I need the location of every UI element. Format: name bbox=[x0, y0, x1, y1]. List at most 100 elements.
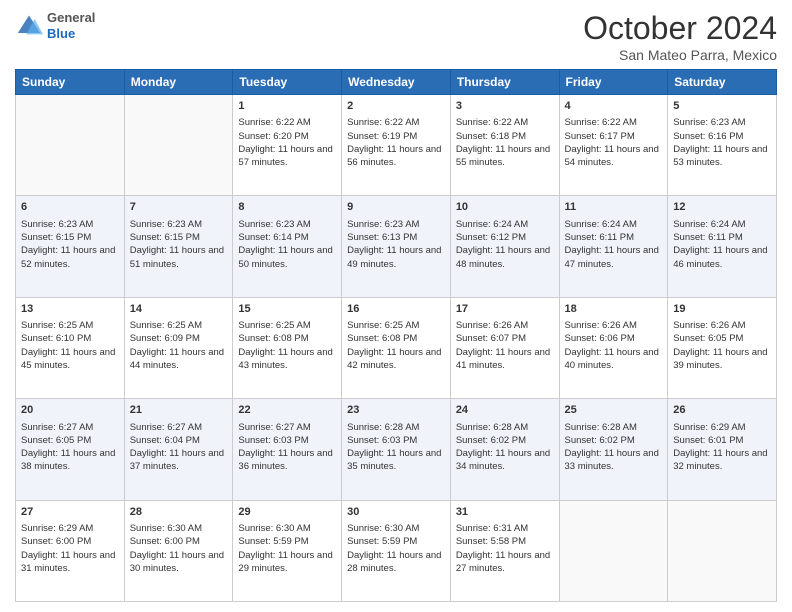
sunrise-text: Sunrise: 6:23 AM bbox=[347, 219, 419, 230]
day-number: 21 bbox=[130, 403, 228, 418]
calendar-cell: 30Sunrise: 6:30 AMSunset: 5:59 PMDayligh… bbox=[342, 500, 451, 601]
day-number: 7 bbox=[130, 200, 228, 215]
calendar-week-row: 6Sunrise: 6:23 AMSunset: 6:15 PMDaylight… bbox=[16, 196, 777, 297]
calendar-cell bbox=[559, 500, 668, 601]
calendar-cell: 22Sunrise: 6:27 AMSunset: 6:03 PMDayligh… bbox=[233, 399, 342, 500]
day-number: 30 bbox=[347, 505, 445, 520]
daylight-text: Daylight: 11 hours and 46 minutes. bbox=[673, 245, 767, 269]
calendar-cell: 28Sunrise: 6:30 AMSunset: 6:00 PMDayligh… bbox=[124, 500, 233, 601]
calendar-cell: 23Sunrise: 6:28 AMSunset: 6:03 PMDayligh… bbox=[342, 399, 451, 500]
daylight-text: Daylight: 11 hours and 38 minutes. bbox=[21, 448, 115, 472]
sunrise-text: Sunrise: 6:27 AM bbox=[21, 422, 93, 433]
sunset-text: Sunset: 6:05 PM bbox=[21, 435, 91, 446]
sunset-text: Sunset: 6:08 PM bbox=[347, 333, 417, 344]
calendar-cell: 4Sunrise: 6:22 AMSunset: 6:17 PMDaylight… bbox=[559, 95, 668, 196]
daylight-text: Daylight: 11 hours and 54 minutes. bbox=[565, 144, 659, 168]
day-number: 26 bbox=[673, 403, 771, 418]
daylight-text: Daylight: 11 hours and 29 minutes. bbox=[238, 550, 332, 574]
day-number: 1 bbox=[238, 99, 336, 114]
day-number: 8 bbox=[238, 200, 336, 215]
daylight-text: Daylight: 11 hours and 34 minutes. bbox=[456, 448, 550, 472]
sunset-text: Sunset: 6:19 PM bbox=[347, 131, 417, 142]
month-title: October 2024 bbox=[583, 10, 777, 47]
daylight-text: Daylight: 11 hours and 35 minutes. bbox=[347, 448, 441, 472]
calendar-cell: 18Sunrise: 6:26 AMSunset: 6:06 PMDayligh… bbox=[559, 297, 668, 398]
daylight-text: Daylight: 11 hours and 37 minutes. bbox=[130, 448, 224, 472]
location: San Mateo Parra, Mexico bbox=[583, 47, 777, 63]
sunset-text: Sunset: 6:03 PM bbox=[238, 435, 308, 446]
daylight-text: Daylight: 11 hours and 41 minutes. bbox=[456, 347, 550, 371]
daylight-text: Daylight: 11 hours and 45 minutes. bbox=[21, 347, 115, 371]
sunset-text: Sunset: 6:17 PM bbox=[565, 131, 635, 142]
logo-text: General Blue bbox=[47, 10, 95, 41]
sunset-text: Sunset: 5:59 PM bbox=[238, 536, 308, 547]
sunset-text: Sunset: 6:00 PM bbox=[130, 536, 200, 547]
daylight-text: Daylight: 11 hours and 31 minutes. bbox=[21, 550, 115, 574]
sunrise-text: Sunrise: 6:29 AM bbox=[673, 422, 745, 433]
header: General Blue October 2024 San Mateo Parr… bbox=[15, 10, 777, 63]
sunrise-text: Sunrise: 6:27 AM bbox=[130, 422, 202, 433]
daylight-text: Daylight: 11 hours and 36 minutes. bbox=[238, 448, 332, 472]
day-number: 20 bbox=[21, 403, 119, 418]
calendar-cell: 8Sunrise: 6:23 AMSunset: 6:14 PMDaylight… bbox=[233, 196, 342, 297]
sunset-text: Sunset: 6:12 PM bbox=[456, 232, 526, 243]
calendar-day-header: Wednesday bbox=[342, 70, 451, 95]
day-number: 19 bbox=[673, 302, 771, 317]
day-number: 25 bbox=[565, 403, 663, 418]
daylight-text: Daylight: 11 hours and 44 minutes. bbox=[130, 347, 224, 371]
sunrise-text: Sunrise: 6:25 AM bbox=[238, 320, 310, 331]
sunrise-text: Sunrise: 6:23 AM bbox=[673, 117, 745, 128]
daylight-text: Daylight: 11 hours and 33 minutes. bbox=[565, 448, 659, 472]
sunset-text: Sunset: 6:15 PM bbox=[21, 232, 91, 243]
sunset-text: Sunset: 6:00 PM bbox=[21, 536, 91, 547]
calendar-cell: 6Sunrise: 6:23 AMSunset: 6:15 PMDaylight… bbox=[16, 196, 125, 297]
sunrise-text: Sunrise: 6:28 AM bbox=[565, 422, 637, 433]
daylight-text: Daylight: 11 hours and 40 minutes. bbox=[565, 347, 659, 371]
sunset-text: Sunset: 6:01 PM bbox=[673, 435, 743, 446]
sunset-text: Sunset: 6:02 PM bbox=[456, 435, 526, 446]
calendar-body: 1Sunrise: 6:22 AMSunset: 6:20 PMDaylight… bbox=[16, 95, 777, 602]
day-number: 5 bbox=[673, 99, 771, 114]
calendar-cell bbox=[16, 95, 125, 196]
daylight-text: Daylight: 11 hours and 28 minutes. bbox=[347, 550, 441, 574]
logo: General Blue bbox=[15, 10, 95, 41]
day-number: 3 bbox=[456, 99, 554, 114]
day-number: 27 bbox=[21, 505, 119, 520]
sunset-text: Sunset: 6:14 PM bbox=[238, 232, 308, 243]
day-number: 2 bbox=[347, 99, 445, 114]
sunrise-text: Sunrise: 6:25 AM bbox=[21, 320, 93, 331]
day-number: 12 bbox=[673, 200, 771, 215]
day-number: 14 bbox=[130, 302, 228, 317]
sunrise-text: Sunrise: 6:27 AM bbox=[238, 422, 310, 433]
sunrise-text: Sunrise: 6:23 AM bbox=[238, 219, 310, 230]
calendar-day-header: Thursday bbox=[450, 70, 559, 95]
daylight-text: Daylight: 11 hours and 48 minutes. bbox=[456, 245, 550, 269]
sunset-text: Sunset: 6:13 PM bbox=[347, 232, 417, 243]
sunrise-text: Sunrise: 6:26 AM bbox=[673, 320, 745, 331]
calendar-cell: 5Sunrise: 6:23 AMSunset: 6:16 PMDaylight… bbox=[668, 95, 777, 196]
calendar-cell: 26Sunrise: 6:29 AMSunset: 6:01 PMDayligh… bbox=[668, 399, 777, 500]
sunset-text: Sunset: 6:20 PM bbox=[238, 131, 308, 142]
sunrise-text: Sunrise: 6:31 AM bbox=[456, 523, 528, 534]
sunrise-text: Sunrise: 6:26 AM bbox=[456, 320, 528, 331]
daylight-text: Daylight: 11 hours and 51 minutes. bbox=[130, 245, 224, 269]
calendar-day-header: Monday bbox=[124, 70, 233, 95]
day-number: 9 bbox=[347, 200, 445, 215]
calendar-week-row: 1Sunrise: 6:22 AMSunset: 6:20 PMDaylight… bbox=[16, 95, 777, 196]
sunrise-text: Sunrise: 6:23 AM bbox=[130, 219, 202, 230]
sunrise-text: Sunrise: 6:30 AM bbox=[347, 523, 419, 534]
calendar-cell: 15Sunrise: 6:25 AMSunset: 6:08 PMDayligh… bbox=[233, 297, 342, 398]
calendar-week-row: 27Sunrise: 6:29 AMSunset: 6:00 PMDayligh… bbox=[16, 500, 777, 601]
calendar-cell: 25Sunrise: 6:28 AMSunset: 6:02 PMDayligh… bbox=[559, 399, 668, 500]
calendar-week-row: 13Sunrise: 6:25 AMSunset: 6:10 PMDayligh… bbox=[16, 297, 777, 398]
calendar-cell: 27Sunrise: 6:29 AMSunset: 6:00 PMDayligh… bbox=[16, 500, 125, 601]
daylight-text: Daylight: 11 hours and 49 minutes. bbox=[347, 245, 441, 269]
sunset-text: Sunset: 6:05 PM bbox=[673, 333, 743, 344]
day-number: 11 bbox=[565, 200, 663, 215]
calendar-cell: 10Sunrise: 6:24 AMSunset: 6:12 PMDayligh… bbox=[450, 196, 559, 297]
daylight-text: Daylight: 11 hours and 53 minutes. bbox=[673, 144, 767, 168]
daylight-text: Daylight: 11 hours and 56 minutes. bbox=[347, 144, 441, 168]
calendar-cell: 21Sunrise: 6:27 AMSunset: 6:04 PMDayligh… bbox=[124, 399, 233, 500]
day-number: 13 bbox=[21, 302, 119, 317]
daylight-text: Daylight: 11 hours and 52 minutes. bbox=[21, 245, 115, 269]
